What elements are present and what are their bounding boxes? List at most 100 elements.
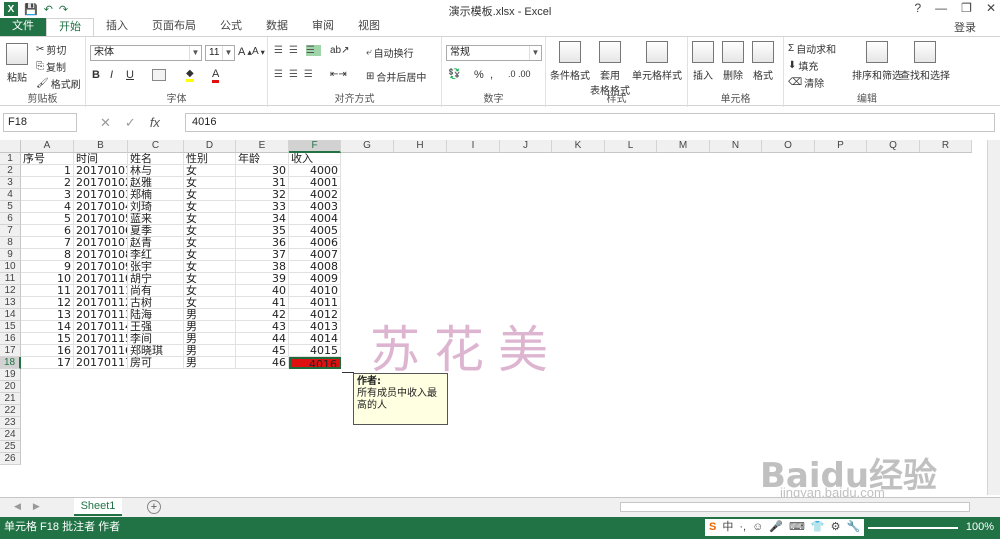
format-painter-button[interactable]: 🖌 格式刷 bbox=[36, 76, 81, 91]
column-header-o[interactable]: O bbox=[762, 140, 815, 153]
cell-a12[interactable]: 11 bbox=[21, 285, 74, 297]
tab-data[interactable]: 数据 bbox=[254, 18, 300, 36]
cell-b5[interactable]: 20170104 bbox=[74, 201, 128, 213]
cell-a10[interactable]: 9 bbox=[21, 261, 74, 273]
cell-a18[interactable]: 17 bbox=[21, 357, 74, 369]
cell-c12[interactable]: 尚有 bbox=[128, 285, 184, 297]
decimal-buttons[interactable]: .0 .00 bbox=[508, 69, 531, 79]
cell-a11[interactable]: 10 bbox=[21, 273, 74, 285]
column-header-j[interactable]: J bbox=[500, 140, 552, 153]
borders-button[interactable] bbox=[152, 69, 166, 81]
cell-d17[interactable]: 男 bbox=[184, 345, 236, 357]
column-header-n[interactable]: N bbox=[710, 140, 762, 153]
cell-a9[interactable]: 8 bbox=[21, 249, 74, 261]
cell-d5[interactable]: 女 bbox=[184, 201, 236, 213]
row-header[interactable]: 17 bbox=[0, 345, 21, 357]
cell-f3[interactable]: 4001 bbox=[289, 177, 341, 189]
row-header[interactable]: 4 bbox=[0, 189, 21, 201]
orientation-button[interactable]: ab↗ bbox=[330, 45, 350, 56]
cell-f4[interactable]: 4002 bbox=[289, 189, 341, 201]
cell-b14[interactable]: 20170113 bbox=[74, 309, 128, 321]
cell-b9[interactable]: 20170108 bbox=[74, 249, 128, 261]
cell-a2[interactable]: 1 bbox=[21, 165, 74, 177]
sheet-tab-sheet1[interactable]: Sheet1 bbox=[74, 498, 122, 516]
cell-f5[interactable]: 4003 bbox=[289, 201, 341, 213]
row-header[interactable]: 5 bbox=[0, 201, 21, 213]
cell-e4[interactable]: 32 bbox=[236, 189, 289, 201]
cell-b2[interactable]: 20170101 bbox=[74, 165, 128, 177]
cell-b6[interactable]: 20170105 bbox=[74, 213, 128, 225]
row-header[interactable]: 2 bbox=[0, 165, 21, 177]
cell-e8[interactable]: 36 bbox=[236, 237, 289, 249]
vertical-align-buttons[interactable]: ☰☰ ☰ bbox=[274, 45, 321, 56]
cell-e18[interactable]: 46 bbox=[236, 357, 289, 369]
row-header[interactable]: 22 bbox=[0, 405, 21, 417]
cell-a8[interactable]: 7 bbox=[21, 237, 74, 249]
ime-item[interactable]: 👕 bbox=[811, 519, 825, 536]
tab-view[interactable]: 视图 bbox=[346, 18, 392, 36]
cell-c16[interactable]: 李间 bbox=[128, 333, 184, 345]
cell-a7[interactable]: 6 bbox=[21, 225, 74, 237]
cell-b15[interactable]: 20170114 bbox=[74, 321, 128, 333]
select-all-corner[interactable] bbox=[0, 140, 21, 153]
cell-d3[interactable]: 女 bbox=[184, 177, 236, 189]
cell-e7[interactable]: 35 bbox=[236, 225, 289, 237]
cell-e11[interactable]: 39 bbox=[236, 273, 289, 285]
cell-c15[interactable]: 王强 bbox=[128, 321, 184, 333]
format-as-table-button[interactable]: 套用 表格格式 bbox=[590, 41, 630, 97]
row-header[interactable]: 10 bbox=[0, 261, 21, 273]
row-header[interactable]: 8 bbox=[0, 237, 21, 249]
cell-e13[interactable]: 41 bbox=[236, 297, 289, 309]
conditional-format-button[interactable]: 条件格式 bbox=[550, 41, 590, 82]
column-header-c[interactable]: C bbox=[128, 140, 184, 153]
find-select-button[interactable]: 查找和选择 bbox=[900, 41, 950, 82]
comma-button[interactable]: , bbox=[490, 69, 493, 81]
ime-item[interactable]: ⚙ bbox=[831, 519, 841, 536]
column-header-m[interactable]: M bbox=[657, 140, 710, 153]
shrink-font-button[interactable]: A ▾ bbox=[252, 46, 265, 57]
cell-f15[interactable]: 4013 bbox=[289, 321, 341, 333]
tab-insert[interactable]: 插入 bbox=[94, 18, 140, 36]
cell-e15[interactable]: 43 bbox=[236, 321, 289, 333]
cell-f13[interactable]: 4011 bbox=[289, 297, 341, 309]
cell-e1[interactable]: 年龄 bbox=[236, 153, 289, 165]
cell-e12[interactable]: 40 bbox=[236, 285, 289, 297]
cell-a13[interactable]: 12 bbox=[21, 297, 74, 309]
cell-d10[interactable]: 女 bbox=[184, 261, 236, 273]
grow-font-button[interactable]: A ▴ bbox=[238, 46, 252, 58]
cell-f16[interactable]: 4014 bbox=[289, 333, 341, 345]
cell-a17[interactable]: 16 bbox=[21, 345, 74, 357]
cell-b4[interactable]: 20170103 bbox=[74, 189, 128, 201]
cell-c4[interactable]: 郑楠 bbox=[128, 189, 184, 201]
tab-file[interactable]: 文件 bbox=[0, 18, 46, 36]
row-header[interactable]: 11 bbox=[0, 273, 21, 285]
tab-page-layout[interactable]: 页面布局 bbox=[140, 18, 208, 36]
name-box[interactable]: F18 bbox=[3, 113, 77, 132]
cell-d1[interactable]: 性别 bbox=[184, 153, 236, 165]
row-header[interactable]: 18 bbox=[0, 357, 21, 369]
tab-home[interactable]: 开始 bbox=[46, 18, 94, 36]
cell-c2[interactable]: 林与 bbox=[128, 165, 184, 177]
row-header[interactable]: 23 bbox=[0, 417, 21, 429]
cell-d8[interactable]: 女 bbox=[184, 237, 236, 249]
cell-f1[interactable]: 收入 bbox=[289, 153, 341, 165]
fx-icon[interactable]: fx bbox=[150, 115, 160, 131]
row-header[interactable]: 15 bbox=[0, 321, 21, 333]
row-header[interactable]: 14 bbox=[0, 309, 21, 321]
cell-b17[interactable]: 20170116 bbox=[74, 345, 128, 357]
ime-item[interactable]: 🔧 bbox=[846, 519, 860, 536]
cell-e9[interactable]: 37 bbox=[236, 249, 289, 261]
cell-d9[interactable]: 女 bbox=[184, 249, 236, 261]
column-header-b[interactable]: B bbox=[74, 140, 128, 153]
clear-button[interactable]: ⌫ 清除 bbox=[788, 75, 824, 90]
cell-f11[interactable]: 4009 bbox=[289, 273, 341, 285]
column-header-q[interactable]: Q bbox=[867, 140, 920, 153]
italic-button[interactable]: I bbox=[110, 69, 113, 81]
cell-d16[interactable]: 男 bbox=[184, 333, 236, 345]
cell-b10[interactable]: 20170109 bbox=[74, 261, 128, 273]
row-header[interactable]: 13 bbox=[0, 297, 21, 309]
column-header-g[interactable]: G bbox=[341, 140, 394, 153]
column-header-a[interactable]: A bbox=[21, 140, 74, 153]
cell-f14[interactable]: 4012 bbox=[289, 309, 341, 321]
row-header[interactable]: 9 bbox=[0, 249, 21, 261]
